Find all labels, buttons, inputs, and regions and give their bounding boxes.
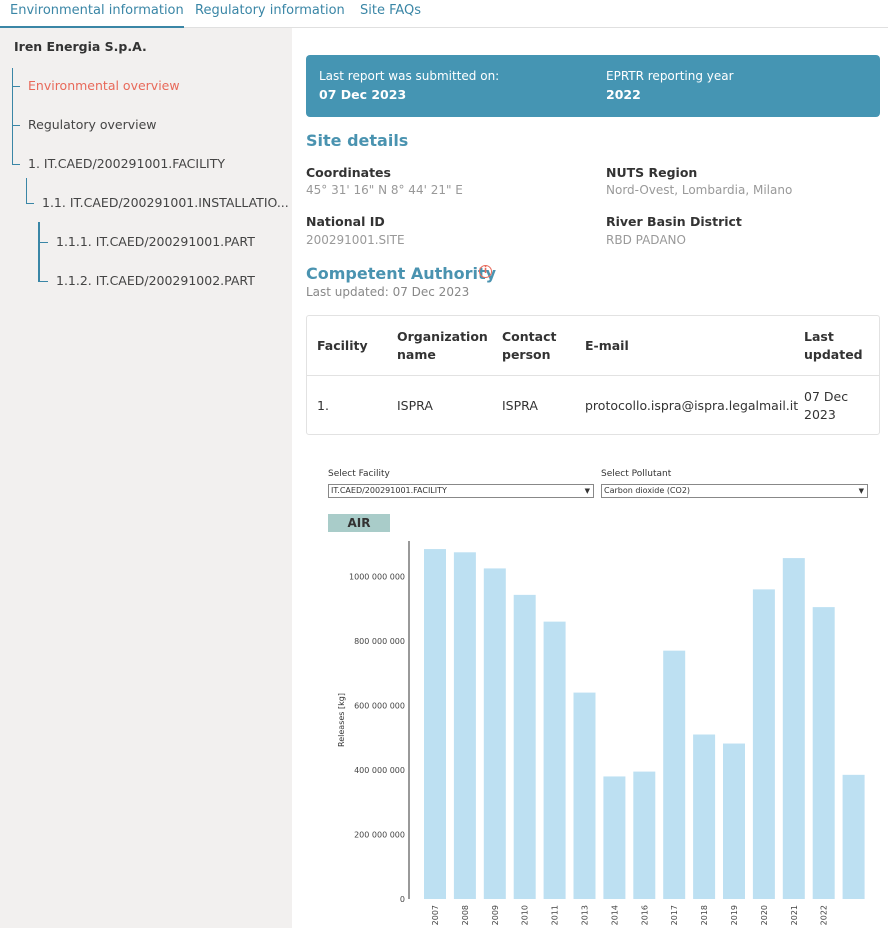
- tree-line: [12, 164, 20, 165]
- cell-organization: ISPRA: [397, 398, 433, 413]
- tree-line: [12, 86, 20, 87]
- nav-environmental-overview[interactable]: Environmental overview: [28, 78, 180, 93]
- reporting-year-value: 2022: [606, 87, 641, 102]
- y-tick-label: 600 000 000: [354, 701, 405, 710]
- cell-email: protocollo.ispra@ispra.legalmail.it: [585, 398, 799, 413]
- x-tick-label: 2017: [670, 905, 679, 925]
- x-tick-label: 2011: [551, 905, 560, 925]
- y-tick-label: 0: [400, 895, 405, 904]
- x-tick-label: 2021: [790, 905, 799, 925]
- submitted-label: Last report was submitted on:: [319, 69, 500, 83]
- bar[interactable]: [424, 549, 446, 899]
- column-header-email: E-mail: [585, 338, 629, 353]
- reporting-year-label: EPRTR reporting year: [606, 69, 734, 83]
- sidebar: Iren Energia S.p.A. Environmental overvi…: [0, 28, 292, 928]
- competent-authority-title: Competent Authority: [306, 264, 497, 283]
- nav-installation[interactable]: 1.1. IT.CAED/200291001.INSTALLATIO...: [42, 195, 289, 210]
- column-header-organization: Organization name: [397, 329, 488, 362]
- national-id-value: 200291001.SITE: [306, 233, 405, 247]
- bar[interactable]: [812, 607, 835, 899]
- row-divider: [307, 375, 879, 376]
- bar[interactable]: [483, 568, 506, 899]
- tab-site-faqs[interactable]: Site FAQs: [360, 0, 421, 28]
- coordinates-label: Coordinates: [306, 165, 391, 180]
- x-tick-label: 2020: [760, 905, 769, 925]
- bar[interactable]: [453, 552, 476, 899]
- bar[interactable]: [513, 594, 536, 899]
- bar[interactable]: [603, 776, 626, 899]
- releases-bar-chart: Releases [kg] 0 200 000 000 400 000 000 600…: [337, 541, 865, 925]
- nav-regulatory-overview[interactable]: Regulatory overview: [28, 117, 157, 132]
- submitted-value: 07 Dec 2023: [319, 87, 407, 102]
- cell-contact: ISPRA: [502, 398, 538, 413]
- column-header-facility: Facility: [317, 338, 368, 353]
- x-tick-label: 2022: [820, 905, 829, 925]
- river-basin-value: RBD PADANO: [606, 233, 686, 247]
- info-icon[interactable]: i: [479, 265, 492, 278]
- bar[interactable]: [752, 589, 775, 899]
- bar[interactable]: [782, 558, 805, 899]
- y-tick-label: 1000 000 000: [349, 572, 405, 581]
- authority-table: Facility Organization name Contact perso…: [306, 315, 880, 435]
- x-tick-label: 2008: [461, 905, 470, 925]
- y-tick-label: 400 000 000: [354, 766, 405, 775]
- bar[interactable]: [663, 650, 686, 899]
- authority-last-updated: Last updated: 07 Dec 2023: [306, 285, 470, 299]
- company-name: Iren Energia S.p.A.: [14, 39, 147, 54]
- nav-part-1[interactable]: 1.1.1. IT.CAED/200291001.PART: [56, 234, 255, 249]
- bar[interactable]: [543, 621, 566, 899]
- river-basin-label: River Basin District: [606, 214, 742, 229]
- x-tick-label: 2019: [730, 905, 739, 925]
- bar[interactable]: [573, 692, 596, 899]
- bar[interactable]: [842, 774, 865, 899]
- y-tick-label: 800 000 000: [354, 637, 405, 646]
- releases-chart-panel: Select Facility IT.CAED/200291001.FACILI…: [318, 459, 874, 928]
- tree-line: [26, 178, 27, 203]
- x-tick-label: 2009: [491, 905, 500, 925]
- cell-last-updated: 07 Dec 2023: [804, 389, 849, 422]
- y-tick-label: 200 000 000: [354, 830, 405, 839]
- nav-facility[interactable]: 1. IT.CAED/200291001.FACILITY: [28, 156, 225, 171]
- tree-line: [38, 281, 48, 282]
- x-tick-label: 2007: [431, 905, 440, 925]
- coordinates-value: 45° 31' 16" N 8° 44' 21" E: [306, 183, 463, 197]
- tab-environmental-information[interactable]: Environmental information: [0, 0, 184, 28]
- nuts-region-value: Nord-Ovest, Lombardia, Milano: [606, 183, 793, 197]
- nuts-region-label: NUTS Region: [606, 165, 698, 180]
- x-tick-label: 2013: [581, 905, 590, 925]
- bar[interactable]: [693, 734, 716, 899]
- tree-line: [12, 125, 20, 126]
- y-axis-label: Releases [kg]: [337, 693, 346, 747]
- site-details-title: Site details: [306, 131, 409, 150]
- tree-line: [12, 68, 13, 164]
- x-tick-label: 2016: [640, 905, 649, 925]
- cell-facility: 1.: [317, 398, 329, 413]
- tab-bar: Environmental information Regulatory inf…: [0, 0, 888, 28]
- nav-part-2[interactable]: 1.1.2. IT.CAED/200291002.PART: [56, 273, 255, 288]
- report-banner: Last report was submitted on: 07 Dec 202…: [306, 55, 880, 117]
- bar[interactable]: [633, 771, 656, 899]
- x-tick-label: 2018: [700, 905, 709, 925]
- column-header-last-updated: Last updated: [804, 329, 863, 362]
- x-tick-label: 2010: [521, 905, 530, 925]
- tree-line: [38, 242, 48, 243]
- tree-line: [26, 203, 34, 204]
- tree-line: [38, 222, 40, 282]
- bar[interactable]: [723, 743, 745, 899]
- x-tick-label: 2014: [610, 905, 619, 925]
- national-id-label: National ID: [306, 214, 385, 229]
- tab-regulatory-information[interactable]: Regulatory information: [195, 0, 345, 28]
- column-header-contact: Contact person: [502, 329, 557, 362]
